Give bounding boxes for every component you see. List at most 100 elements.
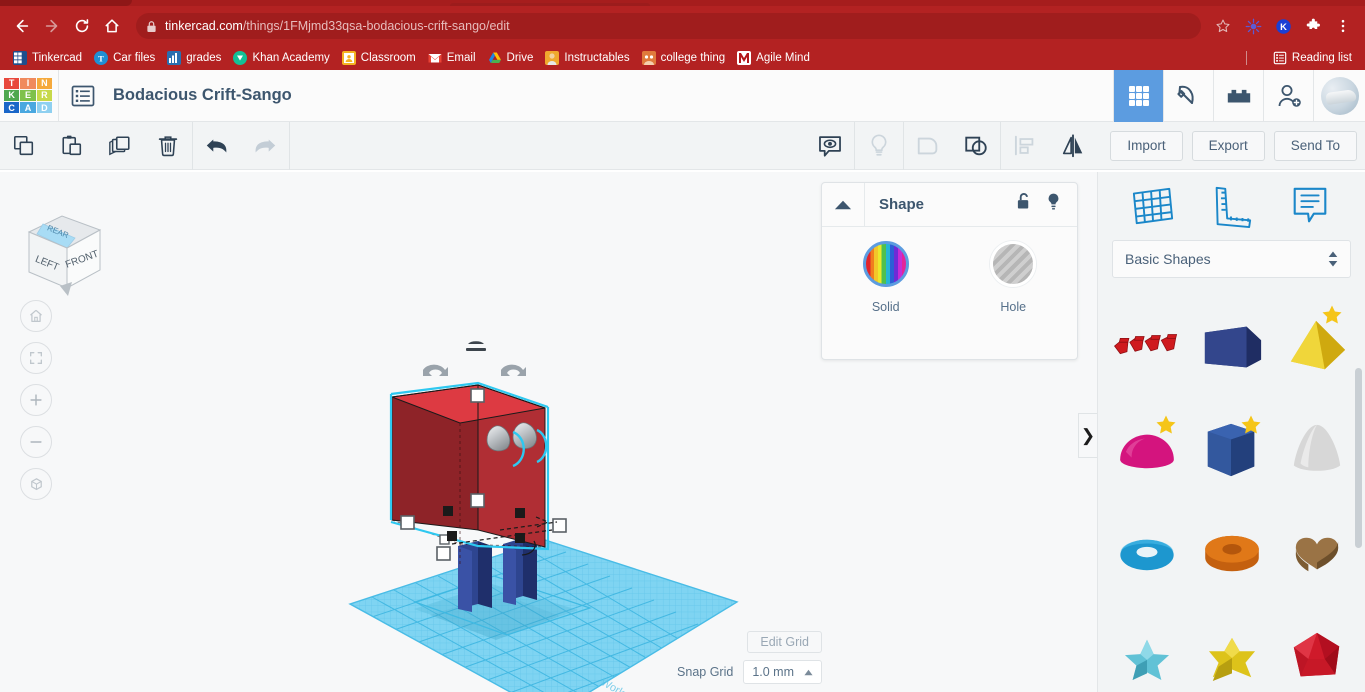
lightbulb-icon[interactable] (1046, 192, 1061, 217)
khan-academy-favicon (233, 51, 248, 65)
stepper-updown-icon[interactable] (1328, 251, 1338, 267)
blocks-grid-icon (1128, 86, 1149, 106)
zoom-in-button[interactable] (20, 384, 52, 416)
bookmark-drive[interactable]: Drive (483, 49, 541, 67)
header-tool-3d-design[interactable] (1113, 70, 1163, 122)
bookmark-tinkercad[interactable]: Tinkercad (8, 49, 89, 67)
header-tools (1113, 70, 1365, 122)
header-tool-bricks[interactable] (1213, 70, 1263, 122)
browser-tab-inactive[interactable] (450, 3, 650, 6)
home-icon[interactable] (98, 12, 126, 40)
tab-notes[interactable] (1281, 180, 1339, 232)
delete-button[interactable] (144, 122, 192, 170)
shape-box[interactable] (1189, 296, 1274, 396)
align-button[interactable] (1001, 122, 1049, 170)
rotation-handles[interactable] (423, 341, 526, 376)
shape-cylinder[interactable] (1189, 400, 1274, 500)
bookmark-college-thing[interactable]: college thing (637, 49, 733, 67)
reading-list-button[interactable]: Reading list (1268, 49, 1357, 67)
shape-star-thick[interactable] (1189, 608, 1274, 692)
solid-option[interactable]: Solid (822, 241, 950, 314)
ungroup-button[interactable] (952, 122, 1000, 170)
google-classroom-favicon (341, 51, 356, 65)
undo-button[interactable] (193, 122, 241, 170)
group-button[interactable] (904, 122, 952, 170)
forward-arrow-icon[interactable] (38, 12, 66, 40)
bookmark-agile-mind[interactable]: Agile Mind (732, 49, 817, 67)
hole-swatch[interactable] (990, 241, 1037, 287)
shape-polygon-sphere[interactable] (1274, 608, 1359, 692)
user-avatar[interactable] (1313, 70, 1365, 122)
snap-grid-row: Snap Grid 1.0 mm (677, 660, 822, 684)
import-button[interactable]: Import (1110, 130, 1183, 161)
shape-tube[interactable] (1189, 504, 1274, 604)
puzzle-extension-icon[interactable] (1301, 14, 1325, 38)
caret-up-icon (834, 200, 852, 209)
panel-expand-tab[interactable]: ❯ (1078, 413, 1098, 458)
snap-grid-select[interactable]: 1.0 mm (743, 660, 822, 684)
show-hide-button[interactable] (806, 122, 854, 170)
snap-grid-label: Snap Grid (677, 665, 734, 679)
tinkercad-logo[interactable]: T I N K E R C A D (4, 77, 52, 114)
send-to-button[interactable]: Send To (1273, 130, 1357, 161)
bookmark-label: Drive (506, 52, 534, 64)
browser-tab-active[interactable] (0, 0, 132, 6)
browser-chrome: tinkercad.com/things/1FMjmd33qsa-bodacio… (0, 0, 1365, 70)
bookmark-instructables[interactable]: Instructables (540, 49, 636, 67)
header-tool-invite-people[interactable] (1263, 70, 1313, 122)
bookmark-classroom[interactable]: Classroom (337, 49, 423, 67)
zoom-out-button[interactable] (20, 426, 52, 458)
bookmark-grades[interactable]: grades (162, 49, 228, 67)
bookmark-email[interactable]: Email (423, 49, 483, 67)
shape-pyramid[interactable] (1274, 296, 1359, 396)
shape-torus[interactable] (1104, 504, 1189, 604)
shape-half-sphere[interactable] (1104, 400, 1189, 500)
gmail-favicon (428, 51, 442, 65)
address-bar[interactable]: tinkercad.com/things/1FMjmd33qsa-bodacio… (136, 13, 1201, 39)
hole-option[interactable]: Hole (950, 241, 1078, 314)
bookmark-star-icon[interactable] (1211, 14, 1235, 38)
sunburst-extension-icon[interactable] (1241, 14, 1265, 38)
reload-icon[interactable] (68, 12, 96, 40)
export-button[interactable]: Export (1191, 130, 1265, 161)
paste-button[interactable] (48, 122, 96, 170)
logo-letter: T (4, 77, 20, 89)
tab-ruler[interactable] (1202, 180, 1260, 232)
solid-color-swatch[interactable] (862, 241, 909, 287)
light-button[interactable] (855, 122, 903, 170)
shape-text[interactable] (1104, 296, 1189, 396)
view-cube[interactable]: LEFT FRONT REAR (12, 204, 112, 299)
logo-letter: E (20, 89, 36, 102)
shape-library-select[interactable]: Basic Shapes (1112, 240, 1351, 278)
note-bubble-icon (1293, 187, 1327, 223)
k-extension-icon[interactable]: K (1271, 14, 1295, 38)
mirror-button[interactable] (1049, 122, 1097, 170)
three-dot-menu-icon[interactable] (1331, 14, 1355, 38)
header-tool-codeblocks[interactable] (1163, 70, 1213, 122)
back-arrow-icon[interactable] (8, 12, 36, 40)
project-list-icon[interactable] (59, 70, 107, 122)
fit-view-button[interactable] (20, 342, 52, 374)
logo-letter: I (20, 77, 36, 89)
shape-star-5[interactable] (1104, 608, 1189, 692)
copy-button[interactable] (0, 122, 48, 170)
tab-workplane[interactable] (1124, 180, 1182, 232)
shape-paraboloid[interactable] (1274, 400, 1359, 500)
bricks-icon (1227, 89, 1250, 103)
shape-panel-collapse-button[interactable] (822, 183, 864, 226)
redo-button[interactable] (241, 122, 289, 170)
unlocked-padlock-icon[interactable] (1016, 192, 1032, 217)
duplicate-button[interactable] (96, 122, 144, 170)
ungroup-shape-icon (965, 136, 987, 155)
ortho-perspective-button[interactable] (20, 468, 52, 500)
bookmark-khan-academy[interactable]: Khan Academy (228, 49, 336, 67)
sidebar-scrollbar[interactable] (1355, 368, 1362, 548)
bookmark-car-files[interactable]: T Car files (89, 49, 162, 67)
edit-grid-button[interactable]: Edit Grid (747, 631, 822, 653)
lightbulb-icon (871, 133, 887, 156)
home-view-button[interactable] (20, 300, 52, 332)
agile-mind-favicon (737, 51, 752, 65)
instructables-favicon (545, 51, 560, 65)
shape-heart[interactable] (1274, 504, 1359, 604)
shape-panel-header: Shape (822, 183, 1077, 227)
